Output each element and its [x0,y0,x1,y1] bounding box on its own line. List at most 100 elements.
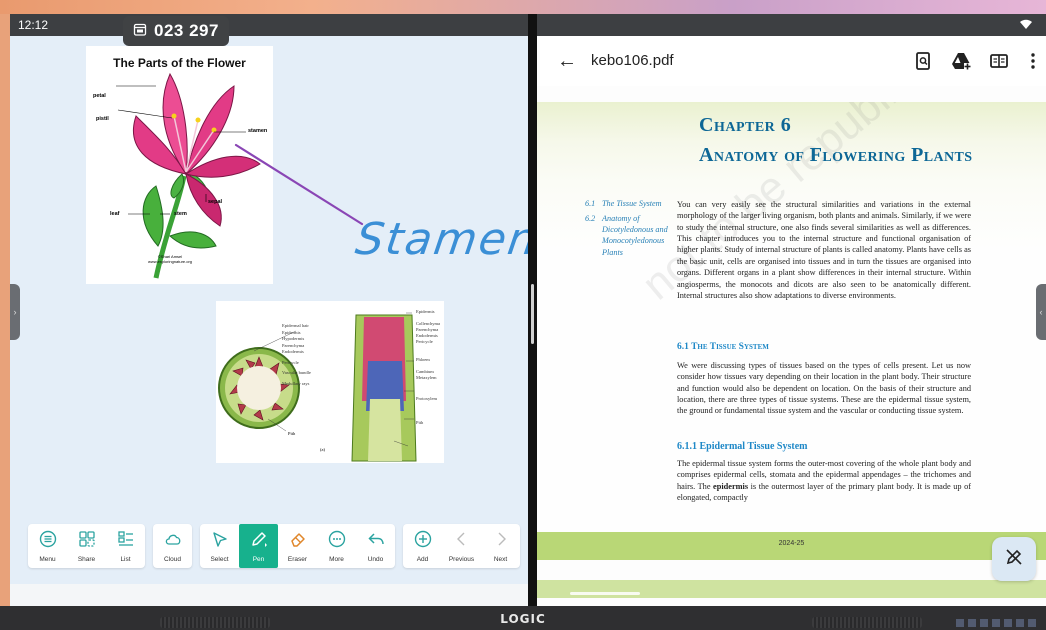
more-button[interactable]: More [317,524,356,568]
reading-mode-icon[interactable] [989,51,1009,71]
label-pericycle: Pericycle [282,359,299,365]
split-screen-divider[interactable] [528,14,537,608]
toc-item[interactable]: 6.2 Anatomy of Dicotyledonous and Monocot… [585,213,675,258]
toc-item[interactable]: 6.1 The Tissue System [585,198,675,209]
next-page-top [537,560,1046,580]
label-pistil: pistil [96,116,109,122]
more-vert-icon[interactable] [1023,51,1043,71]
cloud-button[interactable]: Cloud [153,524,192,568]
select-icon [211,530,229,553]
toolbar-group: Select Pen Eraser More Undo [200,524,395,568]
gesture-bar[interactable] [570,592,640,595]
chapter-number: Chapter 6 [699,114,792,136]
label-pith-left: Pith [288,431,296,436]
select-button[interactable]: Select [200,524,239,568]
left-edge-tab[interactable]: › [10,284,20,340]
front-ports [956,619,1036,627]
toc-number: 6.2 [585,214,596,224]
add-icon [414,530,432,553]
label-l-pericycle: Pericycle [416,339,433,345]
stem-anatomy-image[interactable]: Epidermal hair Epidermis Hypodermis Pare… [216,301,444,463]
section-6-1-paragraph: We were discussing types of tissues base… [677,361,971,416]
cross-section-labels: Epidermal hair Epidermis Hypodermis Pare… [282,323,342,387]
figure-tag: (a) [320,447,325,452]
divider-handle[interactable] [531,284,534,344]
next-button[interactable]: Next [481,524,520,568]
label-protoxylem: Protoxylem [416,395,437,401]
menu-button[interactable]: Menu [28,524,67,568]
label-sepal: sepal [208,199,223,205]
pen-label: Pen [252,555,265,563]
monitor-top-bezel [0,0,1046,14]
share-icon [78,530,96,553]
search-document-icon[interactable] [913,51,933,71]
meeting-code: 023 297 [154,21,219,40]
toc-text: Anatomy of Dicotyledonous and Monocotyle… [602,214,668,257]
undo-icon [367,530,385,553]
more-label: More [329,555,344,563]
previous-label: Previous [448,555,475,563]
add-button[interactable]: Add [403,524,442,568]
cloud-label: Cloud [164,555,181,563]
list-button[interactable]: List [106,524,145,568]
flower-diagram-image[interactable]: The Parts of the Flower petal pistil sta… [86,46,273,284]
eraser-button[interactable]: Eraser [278,524,317,568]
list-label: List [120,555,131,563]
chevron-right-icon [492,530,510,553]
toolbar-group: Add Previous Next [403,524,520,568]
right-edge-tab[interactable]: ‹ [1036,284,1046,340]
whiteboard-bottom-strip [10,584,528,608]
wifi-icon [1020,18,1032,32]
meeting-code-badge[interactable]: 023 297 [123,16,229,46]
intro-paragraph: You can very easily see the structural s… [677,200,971,300]
pdf-app-bar: ← kebo106.pdf [537,36,1046,86]
eraser-icon [289,530,307,553]
list-icon [117,530,135,553]
cloud-icon [164,530,182,553]
label-phloem: Phloem [416,357,430,363]
whiteboard-canvas[interactable]: The Parts of the Flower petal pistil sta… [10,14,542,608]
bold-term: epidermis [713,481,749,491]
label-medullary-rays: Medullary rays [282,380,310,386]
label-stem: stem [174,211,187,217]
pen-slash-icon [1004,547,1024,572]
add-label: Add [416,555,429,563]
pdf-page-footer: 2024-25 [537,532,1046,560]
pdf-page[interactable]: not to be republished Chapter 6 Anatomy … [537,102,1046,532]
previous-button[interactable]: Previous [442,524,481,568]
undo-label: Undo [367,555,384,563]
flower-illustration [116,72,261,279]
menu-icon [39,530,57,553]
display-screen: The Parts of the Flower petal pistil sta… [10,14,1046,608]
annotate-fab[interactable] [992,537,1036,581]
pdf-file-name: kebo106.pdf [591,52,674,69]
speaker-grille-right [812,617,922,628]
footer-year: 2024-25 [778,540,805,547]
toolbar-group: Menu Share List [28,524,145,568]
label-vascular-bundle: Vascular bundle [282,370,311,376]
monitor-bottom-bezel: LOGIC [0,606,1046,630]
handwritten-stamen-annotation[interactable]: Stamen [352,214,541,265]
menu-label: Menu [39,555,56,563]
next-label: Next [493,555,508,563]
label-l-pith: Pith [416,419,424,425]
share-label: Share [77,555,96,563]
pen-button[interactable]: Pen [239,524,278,568]
chapter-contents: 6.1 The Tissue System 6.2 Anatomy of Dicot… [585,198,675,262]
pdf-viewer: ← kebo106.pdf not to be republished Chap… [537,36,1046,608]
label-stamen: stamen [248,128,268,134]
toc-number: 6.1 [585,199,596,208]
toolbar-group: Cloud [153,524,192,568]
whiteboard-toolbar: Menu Share List Cloud Select Pen Eraser More Und… [28,524,520,570]
add-to-drive-icon[interactable] [951,51,971,71]
more-icon [328,530,346,553]
undo-button[interactable]: Undo [356,524,395,568]
back-arrow-icon[interactable]: ← [557,50,577,73]
pen-icon [250,530,268,553]
flower-credit: ©Shari Amsel www.exploringnature.org [148,254,193,264]
label-petal: petal [93,93,106,99]
share-button[interactable]: Share [67,524,106,568]
next-page-header [537,580,1046,598]
status-clock: 12:12 [18,18,49,32]
eraser-label: Eraser [287,555,308,563]
